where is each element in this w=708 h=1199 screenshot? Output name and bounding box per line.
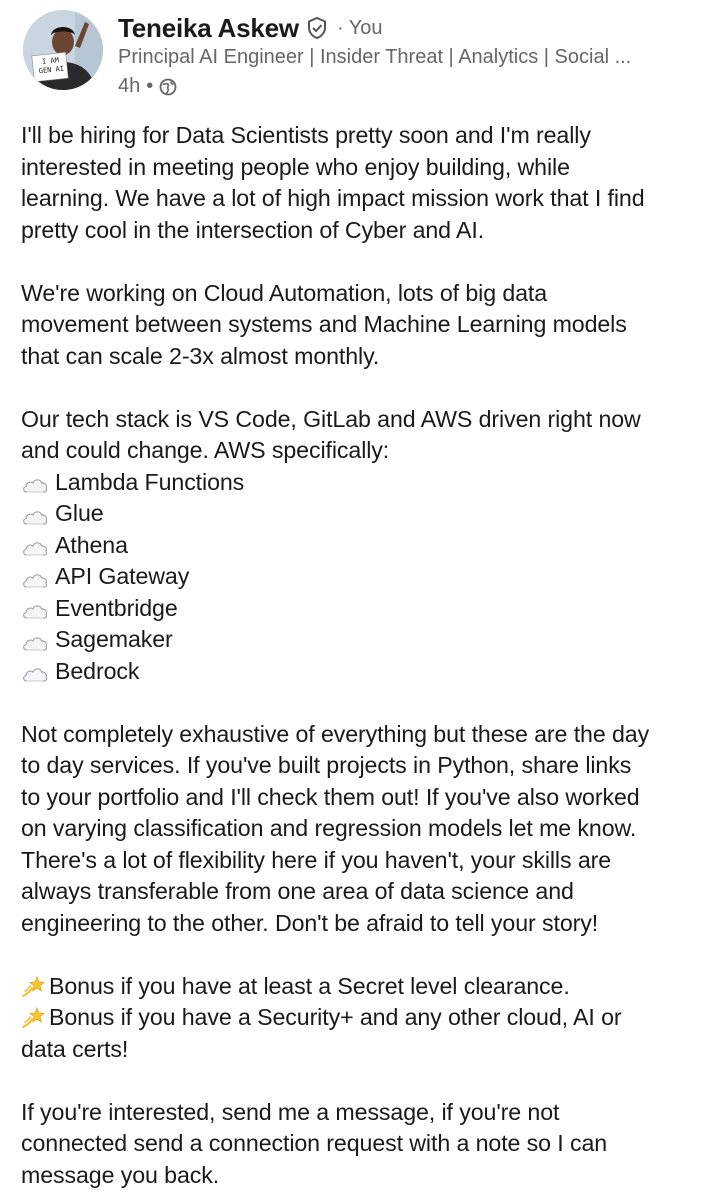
- text-line: There's a lot of flexibility here if you…: [21, 846, 612, 873]
- post-meta: 4h •: [118, 75, 177, 98]
- paragraph-bonus: Bonus if you have at least a Secret leve…: [21, 971, 701, 1066]
- text-line: and could change. AWS specifically:: [21, 437, 390, 463]
- author-name[interactable]: Teneika Askew: [118, 13, 299, 44]
- service-item: Sagemaker: [21, 624, 701, 656]
- bonus-line-2: Bonus if you have a Security+ and any ot…: [49, 1004, 622, 1030]
- services-list: Lambda Functions Glue Athena API Gateway…: [21, 467, 701, 688]
- author-headline: Principal AI Engineer | Insider Threat |…: [118, 46, 632, 68]
- text-line: to day services. If you've built project…: [21, 752, 632, 778]
- service-label: Eventbridge: [55, 594, 178, 621]
- cloud-icon: [21, 598, 49, 619]
- post-header: I AM GEN AI Teneika Askew · You Principa…: [0, 0, 708, 110]
- cloud-icon: [21, 472, 49, 493]
- text-line: always transferable from one area of dat…: [21, 878, 574, 904]
- service-item: Lambda Functions: [21, 467, 701, 499]
- author-avatar[interactable]: I AM GEN AI: [23, 10, 103, 90]
- cloud-icon: [21, 535, 49, 556]
- cloud-icon: [21, 630, 49, 651]
- post-time: 4h: [118, 75, 141, 97]
- text-line: message you back.: [21, 1161, 220, 1188]
- service-label: Glue: [55, 500, 104, 526]
- service-label: API Gateway: [55, 563, 190, 589]
- paragraph-work: We're working on Cloud Automation, lots …: [21, 278, 701, 373]
- globe-icon: [159, 78, 177, 96]
- bonus-line-2-cont: data certs!: [21, 1035, 129, 1062]
- service-item: Bedrock: [21, 656, 701, 688]
- avatar-photo: [23, 10, 103, 90]
- service-item: Athena: [21, 530, 701, 562]
- service-label: Lambda Functions: [55, 468, 245, 495]
- text-line: connected send a connection request with…: [21, 1130, 608, 1156]
- text-line: If you're interested, send me a message,…: [21, 1098, 560, 1125]
- text-line: I'll be hiring for Data Scientists prett…: [21, 122, 591, 148]
- text-line: on varying classification and regression…: [21, 815, 637, 841]
- paragraph-intro: I'll be hiring for Data Scientists prett…: [21, 120, 701, 246]
- service-label: Sagemaker: [55, 626, 173, 652]
- cloud-icon: [21, 661, 49, 682]
- service-item: API Gateway: [21, 561, 701, 593]
- text-line: engineering to the other. Don't be afrai…: [21, 909, 599, 936]
- service-item: Glue: [21, 498, 701, 530]
- service-item: Eventbridge: [21, 593, 701, 625]
- cloud-icon: [21, 567, 49, 588]
- text-line: that can scale 2-3x almost monthly.: [21, 342, 380, 369]
- dizzy-star-icon: [21, 974, 47, 998]
- author-name-row: Teneika Askew · You: [118, 8, 383, 48]
- bonus-line-1: Bonus if you have at least a Secret leve…: [49, 972, 570, 999]
- service-label: Athena: [55, 531, 128, 558]
- cloud-icon: [21, 504, 49, 525]
- paragraph-contact: If you're interested, send me a message,…: [21, 1097, 701, 1192]
- text-line: Not completely exhaustive of everything …: [21, 720, 650, 747]
- text-line: movement between systems and Machine Lea…: [21, 311, 627, 337]
- text-line: learning. We have a lot of high impact m…: [21, 185, 645, 211]
- meta-separator: •: [146, 75, 154, 97]
- paragraph-details: Not completely exhaustive of everything …: [21, 719, 701, 940]
- text-line: pretty cool in the intersection of Cyber…: [21, 216, 485, 243]
- connection-degree: · You: [336, 16, 383, 39]
- service-label: Bedrock: [55, 657, 140, 684]
- paragraph-stack: Our tech stack is VS Code, GitLab and AW…: [21, 404, 701, 467]
- text-line: We're working on Cloud Automation, lots …: [21, 279, 548, 306]
- dizzy-star-icon: [21, 1005, 47, 1029]
- post-body: I'll be hiring for Data Scientists prett…: [21, 120, 701, 1191]
- text-line: to your portfolio and I'll check them ou…: [21, 783, 640, 810]
- text-line: interested in meeting people who enjoy b…: [21, 153, 570, 180]
- text-line: Our tech stack is VS Code, GitLab and AW…: [21, 405, 641, 432]
- verified-shield-icon: [305, 16, 329, 40]
